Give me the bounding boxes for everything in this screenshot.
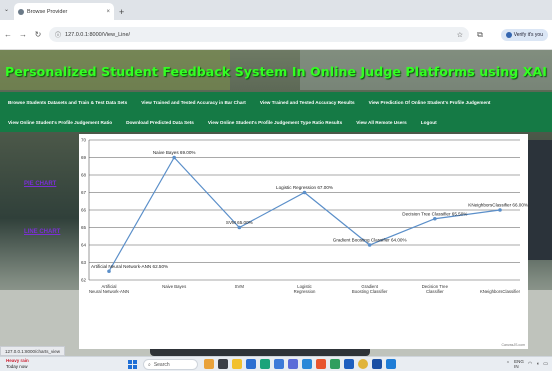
app-icon[interactable] [372,359,382,369]
y-tick-label: 68 [81,173,87,178]
url-field[interactable]: ⓘ 127.0.0.1:8000/View_Line/ ☆ [49,27,469,42]
data-point [107,269,111,274]
browser-tab-bar: ⌄ Browse Provider × + [0,0,552,20]
data-label: SVM 65.00% [226,220,253,225]
weather-widget[interactable]: Heavy rain Today now [6,358,29,370]
language-indicator[interactable]: ENG IN [514,359,524,369]
store-icon[interactable] [246,359,256,369]
app-icon[interactable] [344,359,354,369]
taskbar-search-label: Search [153,361,170,368]
edge-icon[interactable] [260,359,270,369]
data-label: Logistic Regression 67.00% [276,185,333,190]
new-tab-button[interactable]: + [119,7,124,17]
battery-icon[interactable]: ▭ [543,361,548,367]
taskbar-search[interactable]: ⌕ Search [143,359,198,370]
chrome-icon[interactable] [358,359,368,369]
vscode-icon[interactable] [302,359,312,369]
line-chart-svg: 62 63 64 65 66 67 68 69 70 Artificial Neural Netw… [81,138,528,295]
extensions-icon[interactable]: ⧉ [476,30,484,40]
volume-icon[interactable]: ◖ [536,361,539,367]
y-tick-label: 67 [81,190,87,195]
y-tick-label: 70 [81,138,87,143]
x-tick-label: Boosting Classifier [352,289,388,294]
x-tick-label: Regression [294,289,316,294]
start-button[interactable] [128,360,137,369]
data-point [172,155,176,160]
y-tick-label: 69 [81,155,87,160]
chart-credit[interactable]: CanvasJS.com [501,343,525,347]
menu-row-2: View Online Student's Profile Judgement … [0,112,552,132]
line-chart: 62 63 64 65 66 67 68 69 70 Artificial Neural Netw… [79,134,528,349]
data-label: Artificial Neural Network-ANN 62.50% [91,264,168,269]
y-tick-label: 62 [81,278,87,283]
page-content: Personalized Student Feedback System In … [0,50,552,356]
data-label: Decision Tree Classifier 65.50% [402,211,467,216]
x-tick-label: Neural Network-ANN [89,289,129,294]
region-label: IN [514,364,519,369]
data-point [302,190,307,195]
menu-item-type-ratio[interactable]: View Online Student's Profile Judgement … [208,120,342,125]
menu-item-judgement-ratio[interactable]: View Online Student's Profile Judgement … [8,120,112,125]
back-icon[interactable]: ← [4,30,12,39]
file-explorer-icon[interactable] [232,359,242,369]
menu-item-download[interactable]: Download Predicted Data Sets [126,120,194,125]
tab-favicon-icon [18,8,24,15]
app-icon[interactable] [316,359,326,369]
menu-item-logout[interactable]: Logout [421,120,437,125]
bookmark-star-icon[interactable]: ☆ [457,31,463,39]
menu-item-remote-users[interactable]: View All Remote Users [356,120,407,125]
forward-icon[interactable]: → [19,30,27,39]
url-text: 127.0.0.1:8000/View_Line/ [65,31,131,38]
reload-icon[interactable]: ↻ [34,30,42,39]
wifi-icon[interactable]: ◠ [528,361,532,367]
menu-item-accuracy-bar-chart[interactable]: View Trained and Tested Accuracy in Bar … [141,100,246,105]
taskbar: Heavy rain Today now ⌕ Search ⌃ ENG IN ◠… [0,356,552,371]
y-tick-label: 63 [81,260,87,265]
tab-close-icon[interactable]: × [106,9,110,15]
address-bar-row: ← → ↻ ⓘ 127.0.0.1:8000/View_Line/ ☆ ⧉ Ve… [0,20,552,50]
y-tick-label: 65 [81,225,87,230]
window-menu-icon[interactable]: ⌄ [4,6,9,13]
profile-button[interactable]: Verify it's you [500,28,548,41]
menu-item-browse-datasets[interactable]: Browse Students Datasets and Train & Tes… [8,100,127,105]
task-view-icon[interactable] [218,359,228,369]
app-icon[interactable] [330,359,340,369]
data-point [237,225,242,230]
menu-item-accuracy-results[interactable]: View Trained and Tested Accuracy Results [260,100,355,105]
data-label: Gradient Boosting Classifier 64.00% [333,238,407,243]
x-tick-label: Naive Bayes [162,284,186,289]
taskbar-apps [204,359,396,369]
x-tick-label: Classifier [426,289,444,294]
menu-row-1: Browse Students Datasets and Train & Tes… [0,92,552,112]
pie-chart-link[interactable]: PIE CHART [24,181,56,187]
browser-tab[interactable]: Browse Provider × [14,3,114,20]
app-icon[interactable] [386,359,396,369]
data-point [433,216,437,221]
main-menu: Browse Students Datasets and Train & Tes… [0,92,552,132]
chevron-up-icon[interactable]: ⌃ [506,361,510,367]
widget-icon[interactable] [204,359,214,369]
app-icon[interactable] [288,359,298,369]
data-point [498,208,502,212]
line-chart-link[interactable]: LINE CHART [24,229,60,235]
weather-time: Today now [6,364,28,369]
data-label: Naive Bayes 69.00% [153,150,196,155]
menu-item-prediction[interactable]: View Prediction Of Online Student's Prof… [369,100,491,105]
x-tick-label: KNeighborsClassifier [480,289,521,294]
avatar [505,31,512,38]
app-icon[interactable] [274,359,284,369]
data-point [367,243,372,247]
x-tick-label: SVM [235,284,245,289]
status-url: 127.0.0.1:8000/charts_view [0,346,66,356]
data-label: KNeighborsClassifier 66.00% [468,203,528,208]
site-info-icon[interactable]: ⓘ [55,30,61,39]
y-tick-label: 66 [81,208,87,213]
site-title: Personalized Student Feedback System In … [5,64,547,79]
system-tray: ⌃ ENG IN ◠ ◖ ▭ [506,359,548,369]
y-tick-label: 64 [81,243,87,248]
tab-title: Browse Provider [27,8,68,15]
profile-label: Verify it's you [513,31,543,38]
search-icon: ⌕ [148,361,151,368]
